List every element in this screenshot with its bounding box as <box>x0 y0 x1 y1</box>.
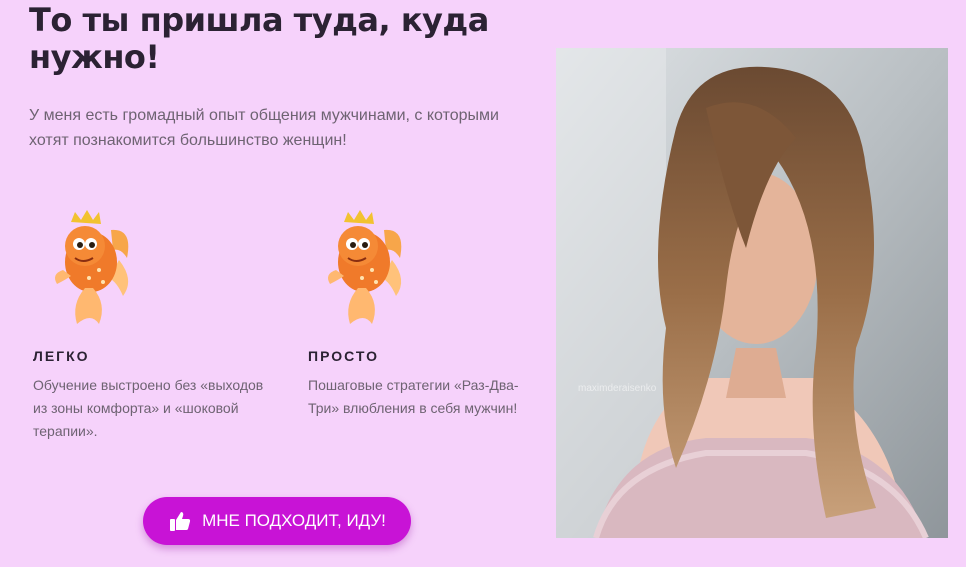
hero-photo <box>556 48 948 538</box>
cta-button[interactable]: МНЕ ПОДХОДИТ, ИДУ! <box>143 497 411 545</box>
feature-text: Пошаговые стратегии «Раз-Два-Три» влюбле… <box>308 377 519 416</box>
feature-text: Обучение выстроено без «выходов из зоны … <box>33 377 264 439</box>
woman-portrait-image <box>556 48 948 538</box>
goldfish-icon <box>328 210 402 324</box>
intro-text: У меня есть громадный опыт общения мужчи… <box>29 107 499 149</box>
goldfish-icon <box>55 210 129 324</box>
feature-simple: ПРОСТО Пошаговые стратегии «Раз-Два-Три»… <box>308 200 548 420</box>
feature-title: ПРОСТО <box>308 348 379 364</box>
thumbs-up-icon <box>170 512 191 531</box>
feature-easy: ЛЕГКО Обучение выстроено без «выходов из… <box>33 200 273 443</box>
cta-label: МНЕ ПОДХОДИТ, ИДУ! <box>202 511 386 530</box>
feature-title: ЛЕГКО <box>33 348 90 364</box>
photo-watermark: maximderaisenko <box>578 383 657 394</box>
page-heading: То ты пришла туда, куда нужно! <box>29 1 489 76</box>
